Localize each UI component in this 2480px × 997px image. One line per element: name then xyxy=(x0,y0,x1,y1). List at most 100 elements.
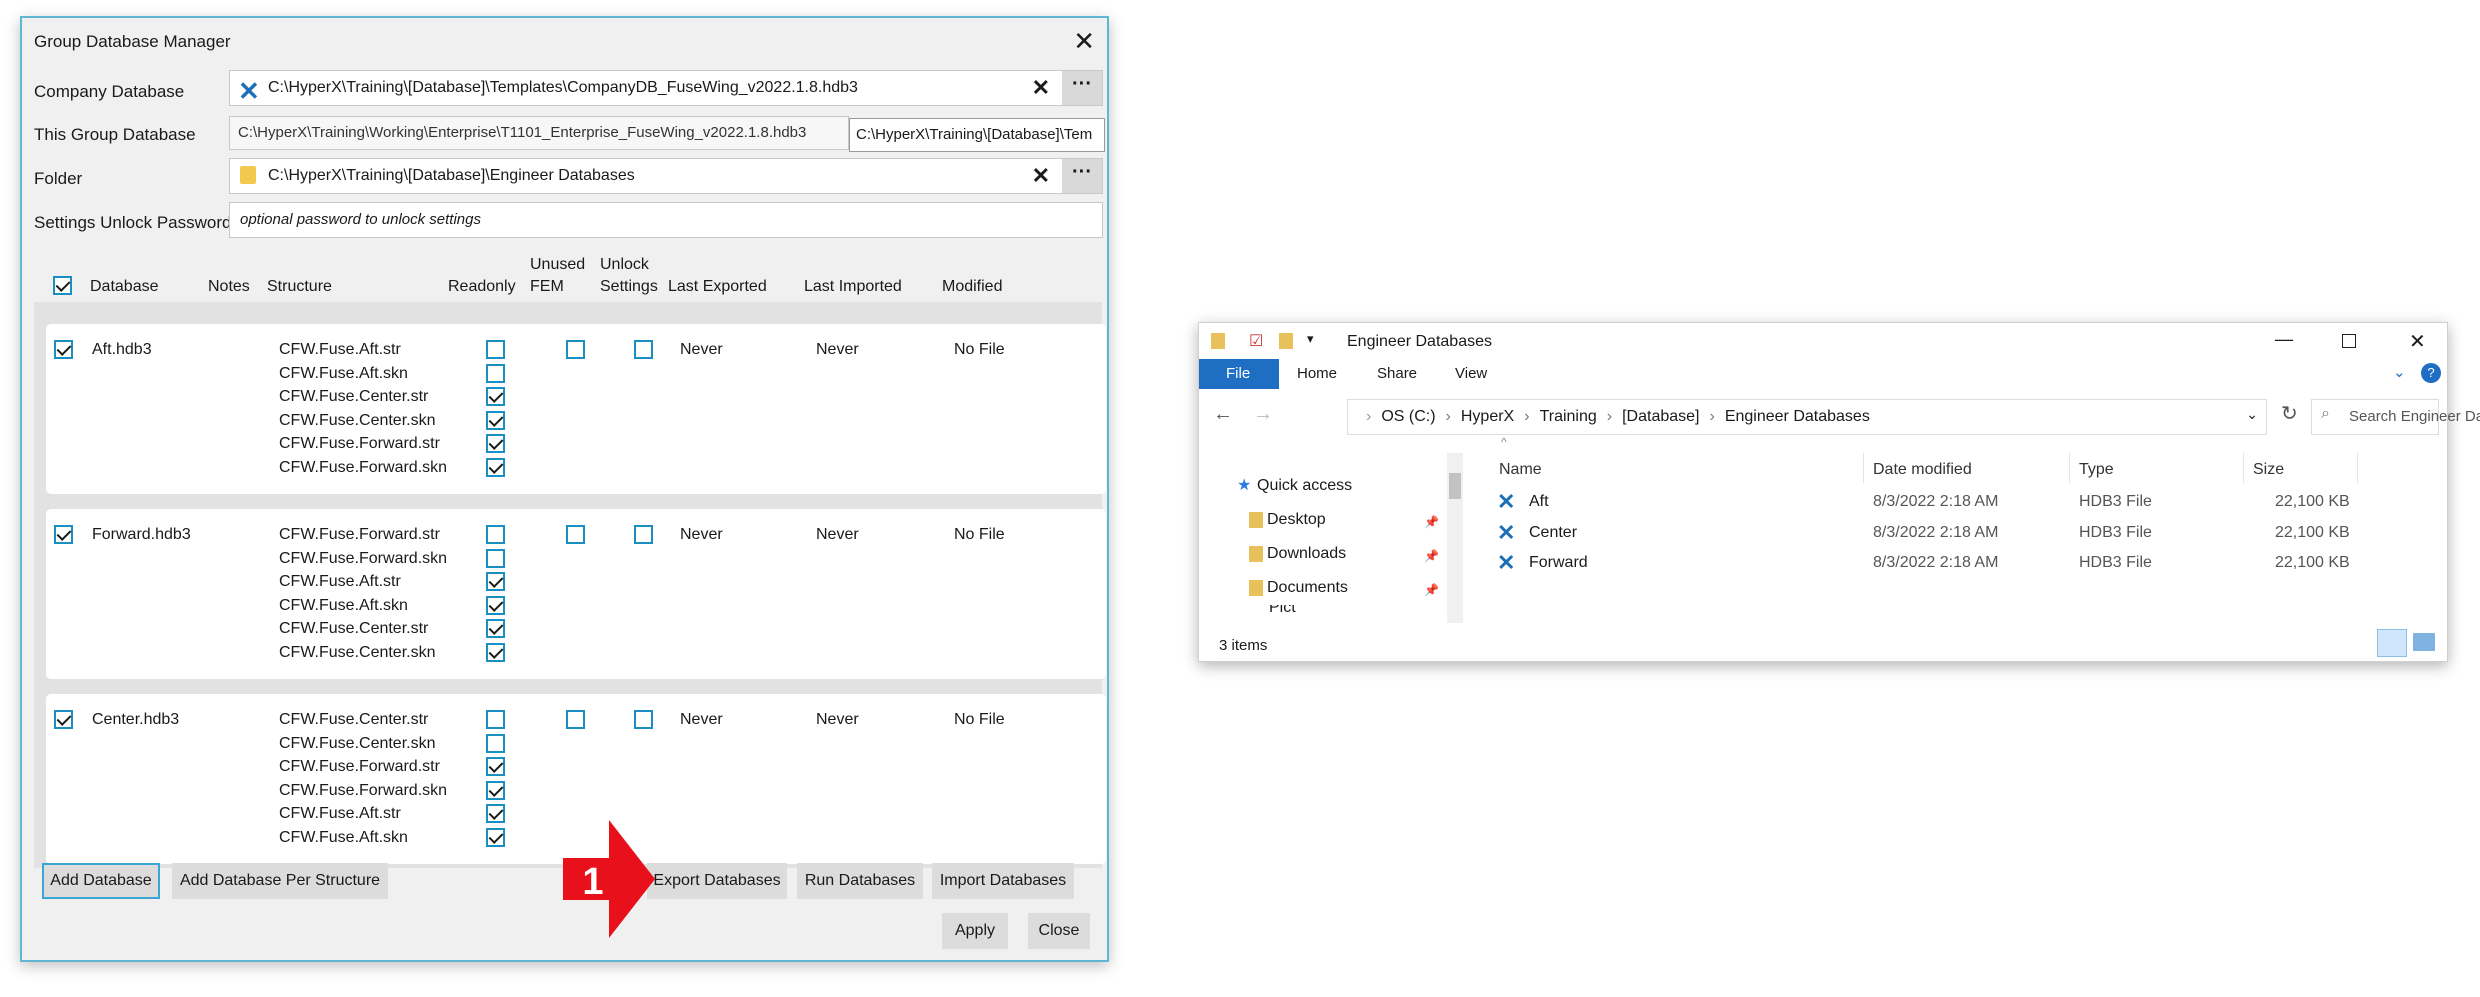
ribbon-tab-view[interactable]: View xyxy=(1455,365,1487,382)
structure-name: CFW.Fuse.Center.skn xyxy=(279,411,436,429)
header-structure: Structure xyxy=(267,278,332,295)
step-1-label: 1 xyxy=(582,861,603,903)
import-databases-button[interactable]: Import Databases xyxy=(932,863,1074,899)
minimize-icon[interactable]: — xyxy=(2275,329,2293,350)
nav-scrollbar-thumb[interactable] xyxy=(1449,473,1461,499)
readonly-checkbox[interactable] xyxy=(486,828,505,847)
column-type[interactable]: Type xyxy=(2079,461,2114,479)
refresh-icon[interactable]: ↻ xyxy=(2281,401,2298,426)
structure-name: CFW.Fuse.Center.skn xyxy=(279,734,436,752)
readonly-checkbox[interactable] xyxy=(486,410,505,430)
breadcrumb-item[interactable]: Engineer Databases xyxy=(1725,408,1870,425)
add-database-per-structure-button[interactable]: Add Database Per Structure xyxy=(172,863,388,899)
company-database-field[interactable]: ✕ C:\HyperX\Training\[Database]\Template… xyxy=(229,70,1103,106)
close-icon[interactable]: ✕ xyxy=(1073,26,1095,57)
pin-icon: 📌 xyxy=(1424,515,1439,529)
readonly-checkbox[interactable] xyxy=(486,804,505,824)
column-divider xyxy=(2243,453,2244,483)
database-name: Forward.hdb3 xyxy=(92,526,191,543)
maximize-icon[interactable] xyxy=(2342,334,2356,348)
ribbon-tab-home[interactable]: Home xyxy=(1297,365,1337,382)
breadcrumb-item[interactable]: [Database] xyxy=(1622,408,1699,425)
breadcrumb-item[interactable]: OS (C:) xyxy=(1381,408,1435,425)
readonly-checkbox[interactable] xyxy=(486,710,505,729)
close-button[interactable]: Close xyxy=(1028,913,1090,949)
database-select-checkbox[interactable] xyxy=(54,340,73,359)
quick-toolbar-dropdown-icon[interactable]: ▾ xyxy=(1307,331,1314,347)
large-icons-view-icon[interactable] xyxy=(2413,633,2435,651)
column-date-modified[interactable]: Date modified xyxy=(1873,461,1972,479)
unused-fem-checkbox[interactable] xyxy=(566,710,585,729)
readonly-checkbox[interactable] xyxy=(486,643,505,662)
add-database-button[interactable]: Add Database xyxy=(42,863,160,899)
pin-icon: 📌 xyxy=(1424,583,1439,597)
readonly-checkbox[interactable] xyxy=(486,595,505,615)
readonly-checkbox[interactable] xyxy=(486,572,505,592)
readonly-checkbox[interactable] xyxy=(486,780,505,800)
file-name[interactable]: Aft xyxy=(1529,493,1549,511)
clear-icon[interactable]: ✕ xyxy=(1032,163,1050,189)
nav-documents[interactable]: Documents xyxy=(1249,579,1348,597)
file-name[interactable]: Center xyxy=(1529,524,1577,542)
folder-icon xyxy=(1211,333,1225,349)
folder-field[interactable]: C:\HyperX\Training\[Database]\Engineer D… xyxy=(229,158,1103,194)
readonly-checkbox[interactable] xyxy=(486,387,505,407)
unlock-settings-checkbox[interactable] xyxy=(634,340,653,359)
browse-more-button[interactable]: ··· xyxy=(1062,159,1102,193)
column-size[interactable]: Size xyxy=(2253,461,2284,479)
export-databases-button[interactable]: Export Databases xyxy=(647,863,787,899)
modified-value: No File xyxy=(954,526,1005,543)
nav-quick-access[interactable]: Quick access xyxy=(1257,477,1352,495)
unused-fem-checkbox[interactable] xyxy=(566,340,585,359)
close-icon[interactable]: ✕ xyxy=(2409,329,2426,354)
column-name[interactable]: Name xyxy=(1499,461,1542,479)
readonly-checkbox[interactable] xyxy=(486,458,505,477)
address-dropdown-icon[interactable]: ⌄ xyxy=(2246,406,2258,423)
group-database-label: This Group Database xyxy=(34,125,196,144)
forward-icon[interactable]: → xyxy=(1253,403,1273,426)
readonly-checkbox[interactable] xyxy=(486,363,505,383)
expand-ribbon-icon[interactable]: ⌄ xyxy=(2393,363,2406,381)
unlock-settings-checkbox[interactable] xyxy=(634,710,653,729)
nav-scrollbar[interactable] xyxy=(1447,453,1463,623)
ribbon-tab-file[interactable]: File xyxy=(1199,359,1279,389)
help-icon[interactable]: ? xyxy=(2421,363,2441,383)
unused-fem-checkbox[interactable] xyxy=(566,525,585,544)
readonly-checkbox[interactable] xyxy=(486,733,505,753)
file-name[interactable]: Forward xyxy=(1529,554,1588,572)
run-databases-button[interactable]: Run Databases xyxy=(797,863,923,899)
database-select-checkbox[interactable] xyxy=(54,525,73,544)
readonly-checkbox[interactable] xyxy=(486,619,505,639)
path-tooltip: C:\HyperX\Training\[Database]\Tem xyxy=(849,118,1105,152)
breadcrumb-item[interactable]: HyperX xyxy=(1461,408,1514,425)
group-database-field[interactable]: C:\HyperX\Training\Working\Enterprise\T1… xyxy=(229,116,849,150)
new-folder-icon[interactable] xyxy=(1279,333,1293,349)
address-bar[interactable]: › OS (C:) › HyperX › Training › [Database] › Engi… xyxy=(1347,399,2267,435)
nav-pictures-clipped[interactable]: Pict xyxy=(1249,605,1349,617)
breadcrumb-item[interactable]: Training xyxy=(1540,408,1597,425)
password-placeholder: optional password to unlock settings xyxy=(240,211,481,228)
properties-icon[interactable]: ☑ xyxy=(1249,331,1263,351)
browse-more-button[interactable]: ··· xyxy=(1062,71,1102,105)
clear-icon[interactable]: ✕ xyxy=(1032,75,1050,101)
apply-button[interactable]: Apply xyxy=(942,913,1008,949)
details-view-icon[interactable] xyxy=(2377,629,2407,657)
unlock-settings-checkbox[interactable] xyxy=(634,525,653,544)
password-label: Settings Unlock Password xyxy=(34,213,232,232)
password-field[interactable]: optional password to unlock settings xyxy=(229,202,1103,238)
back-icon[interactable]: ← xyxy=(1213,403,1233,426)
database-card: Forward.hdb3 Never Never No File CFW.Fuse.Fo… xyxy=(46,509,1106,679)
database-select-checkbox[interactable] xyxy=(54,710,73,729)
structure-name: CFW.Fuse.Forward.skn xyxy=(279,781,448,799)
readonly-checkbox[interactable] xyxy=(486,434,505,454)
readonly-checkbox[interactable] xyxy=(486,525,505,544)
last-exported-value: Never xyxy=(680,711,723,728)
ribbon-tab-share[interactable]: Share xyxy=(1377,365,1417,382)
readonly-checkbox[interactable] xyxy=(486,548,505,568)
nav-desktop[interactable]: Desktop xyxy=(1249,511,1326,529)
nav-downloads[interactable]: Downloads xyxy=(1249,545,1346,563)
header-readonly: Readonly xyxy=(448,278,516,295)
readonly-checkbox[interactable] xyxy=(486,757,505,777)
select-all-checkbox[interactable] xyxy=(53,276,72,295)
readonly-checkbox[interactable] xyxy=(486,340,505,359)
